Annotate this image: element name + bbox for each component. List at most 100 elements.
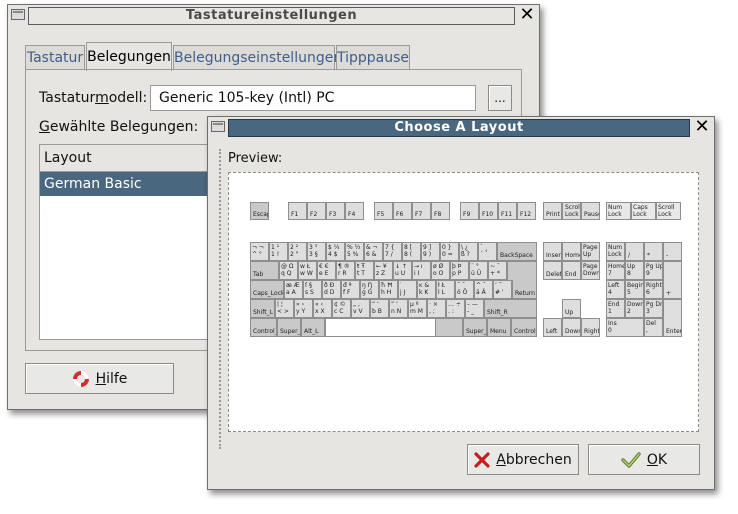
key-menu: Menu [487, 318, 511, 337]
key-kp-6: Right 6 [644, 280, 663, 299]
key-f9: F9 [460, 202, 479, 220]
window-menu-icon[interactable] [11, 9, 25, 20]
dialog-title-bar[interactable]: Choose A Layout ✕ [208, 117, 714, 139]
key-left: Left [543, 318, 562, 337]
key-tab: Tab [250, 261, 279, 280]
tab-label: Tipppause [337, 50, 410, 66]
help-label: Hilfe [95, 370, 128, 387]
preview-label: Preview: [228, 151, 283, 166]
window-title: Tastatureinstellungen [28, 7, 515, 25]
tab-label: Tastatur [26, 50, 84, 66]
key: @ Ω q Q [279, 261, 298, 280]
tab-tipppause[interactable]: Tipppause [336, 45, 410, 70]
key-super-right: Super_R [463, 318, 487, 337]
tab-tastatur[interactable]: Tastatur [25, 45, 85, 70]
key-kp-9: Pg Up 9 [644, 261, 663, 280]
key: ſ § s S [303, 280, 322, 299]
num-lock-indicator: Num Lock [606, 202, 631, 220]
key: 1 ¹ 1 ! [269, 242, 288, 261]
key-pause: Pause [581, 202, 600, 220]
key-f3: F3 [326, 202, 345, 220]
key: “ ‘ b B [370, 299, 389, 318]
key-kp-1: End 1 [606, 299, 625, 318]
key-home: Home [562, 242, 581, 261]
key: → ı i I [412, 261, 431, 280]
key: ¢ © c C [332, 299, 351, 318]
key-page-down: Page Down [581, 261, 600, 280]
key-f1: F1 [288, 202, 307, 220]
key-control-left: Control_L [250, 318, 277, 337]
key: $ ¼ 4 $ [326, 242, 345, 261]
key-down: Down [562, 318, 581, 337]
keyboard-preview: Escape F1 F2 F3 F4 F5 F6 F7 F8 F9 F10 F1… [250, 196, 685, 341]
key: 8 [ 8 ( [402, 242, 421, 261]
key: 3 ³ 3 § [307, 242, 326, 261]
key: % ½ 5 % [345, 242, 364, 261]
resize-handle[interactable] [219, 149, 224, 449]
key-kp-multiply: * [644, 242, 663, 261]
key-escape: Escape [250, 202, 269, 220]
key: ð Ð d D [322, 280, 341, 299]
key: đ ª f F [341, 280, 360, 299]
key-kp-4: Left 4 [606, 280, 625, 299]
help-button[interactable]: Hilfe [25, 363, 174, 394]
tab-belegungseinstellungen[interactable]: Belegungseinstellungen [173, 45, 342, 70]
close-icon[interactable]: ✕ [694, 117, 710, 137]
close-icon[interactable]: ✕ [519, 5, 535, 25]
key-control-right: Control_R [511, 318, 537, 337]
key-f6: F6 [393, 202, 412, 220]
red-x-icon [474, 451, 490, 468]
key: ̣ ̇ j J [398, 280, 417, 299]
key-scroll-lock: Scroll Lock [562, 202, 581, 220]
dialog-title: Choose A Layout [228, 119, 690, 137]
key: ← ¥ z Z [374, 261, 393, 280]
window-menu-icon[interactable] [211, 121, 225, 132]
key: « ‹ x X [313, 299, 332, 318]
key-num-lock: Num Lock [606, 242, 625, 261]
key: » › y Y [294, 299, 313, 318]
key: 9 ] 9 ) [421, 242, 440, 261]
preview-area: Escape F1 F2 F3 F4 F5 F6 F7 F8 F9 F10 F1… [228, 172, 699, 432]
browse-model-button[interactable]: ... [488, 85, 512, 111]
key-kp-2: Down 2 [625, 299, 644, 318]
key-up: Up [562, 299, 581, 318]
key: ↓ ↑ u U [393, 261, 412, 280]
key: 2 ² 2 " [288, 242, 307, 261]
key-f12: F12 [517, 202, 536, 220]
key: 7 { 7 / [383, 242, 402, 261]
key: | ¦ < > [275, 299, 294, 318]
key-backspace: BackSpace [497, 242, 537, 261]
key: ” ’ n N [389, 299, 408, 318]
key-kp-0: Ins 0 [606, 318, 644, 337]
key-kp-add: + [663, 261, 682, 299]
caps-lock-indicator: Caps Lock [631, 202, 656, 220]
key-f5: F5 [374, 202, 393, 220]
key: ł Ł l L [436, 280, 455, 299]
ok-label: OK [646, 451, 668, 468]
key: ø Ø o O [431, 261, 450, 280]
key-page-up: Page Up [581, 242, 600, 261]
key: µ º m M [408, 299, 427, 318]
key-super-left: Super_L [277, 318, 301, 337]
title-bar[interactable]: Tastatureinstellungen ✕ [8, 5, 539, 27]
ok-button[interactable]: OK [588, 444, 700, 475]
key-kp-3: Pg Dn 3 [644, 299, 663, 318]
key: ˝ ˝ ö Ö [455, 280, 474, 299]
key-kp-8: Up 8 [625, 261, 644, 280]
key-f8: F8 [431, 202, 450, 220]
key: ` ¸ ´ ` [478, 242, 497, 261]
keyboard-model-label: Tastaturmodell: [39, 90, 148, 106]
key: ^ ˇ ä Ä [474, 280, 493, 299]
key: 0 } 0 = [440, 242, 459, 261]
key-return: Return [512, 280, 537, 299]
keyboard-model-field[interactable]: Generic 105-key (Intl) PC [150, 85, 476, 111]
key: – — - _ [465, 299, 484, 318]
cancel-button[interactable]: Abbrechen [467, 444, 579, 475]
key-shift-left: Shift_L [250, 299, 275, 318]
key: … ÷ . : [446, 299, 465, 318]
key: ¶ ® r R [336, 261, 355, 280]
tab-belegungen[interactable]: Belegungen [86, 42, 172, 71]
key-delete: Delete [543, 261, 562, 280]
key-kp-subtract: - [663, 242, 682, 261]
key-f11: F11 [498, 202, 517, 220]
